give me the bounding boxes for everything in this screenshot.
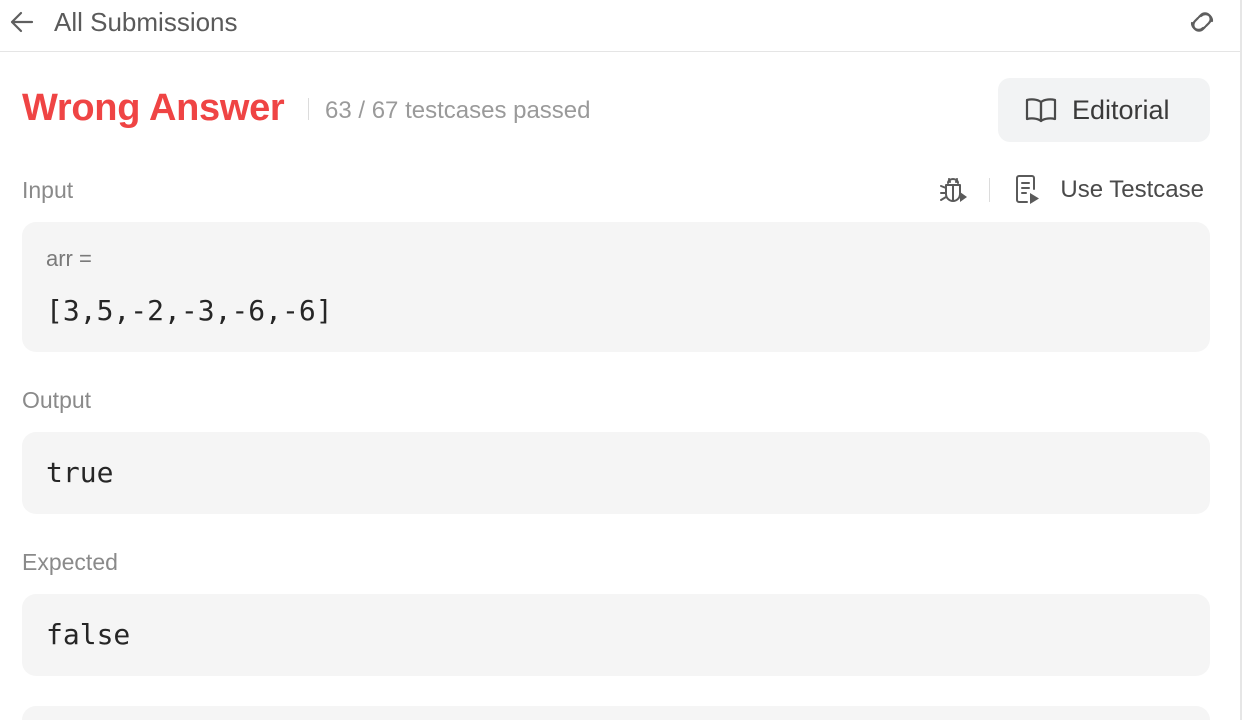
expected-label: Expected — [22, 549, 118, 575]
tools-divider — [989, 178, 991, 202]
output-box: true — [22, 432, 1210, 514]
use-testcase-label: Use Testcase — [1060, 176, 1204, 203]
output-value[interactable]: true — [46, 456, 113, 489]
input-box: arr = [3,5,-2,-3,-6,-6] — [22, 222, 1210, 352]
book-open-icon — [1024, 93, 1058, 127]
file-play-icon — [1012, 174, 1044, 206]
back-label[interactable]: All Submissions — [54, 7, 238, 38]
input-tools: Use Testcase — [935, 170, 1204, 210]
all-submissions-link[interactable]: All Submissions — [8, 4, 238, 40]
editorial-label: Editorial — [1072, 94, 1170, 125]
testcases-passed-text: 63 / 67 testcases passed — [325, 97, 591, 124]
editorial-button[interactable]: Editorial — [998, 78, 1210, 142]
link-icon[interactable] — [1184, 4, 1220, 40]
expected-value[interactable]: false — [46, 618, 130, 651]
output-label: Output — [22, 387, 92, 413]
result-summary: Wrong Answer 63 / 67 testcases passed Ed… — [22, 78, 1210, 142]
submission-result-panel: All Submissions Wrong Answer 63 / 67 tes… — [0, 0, 1242, 720]
verdict-divider — [308, 98, 309, 120]
next-section-box — [22, 706, 1210, 720]
submission-header: All Submissions — [0, 0, 1240, 52]
input-variable-value[interactable]: [3,5,-2,-3,-6,-6] — [46, 294, 333, 327]
expected-box: false — [22, 594, 1210, 676]
input-variable-name: arr = — [46, 246, 92, 271]
arrow-left-icon[interactable] — [8, 8, 36, 36]
verdict-title: Wrong Answer — [22, 87, 285, 129]
input-label: Input — [22, 177, 74, 203]
bug-play-icon[interactable] — [935, 172, 971, 208]
use-testcase-button[interactable]: Use Testcase — [1012, 174, 1204, 206]
